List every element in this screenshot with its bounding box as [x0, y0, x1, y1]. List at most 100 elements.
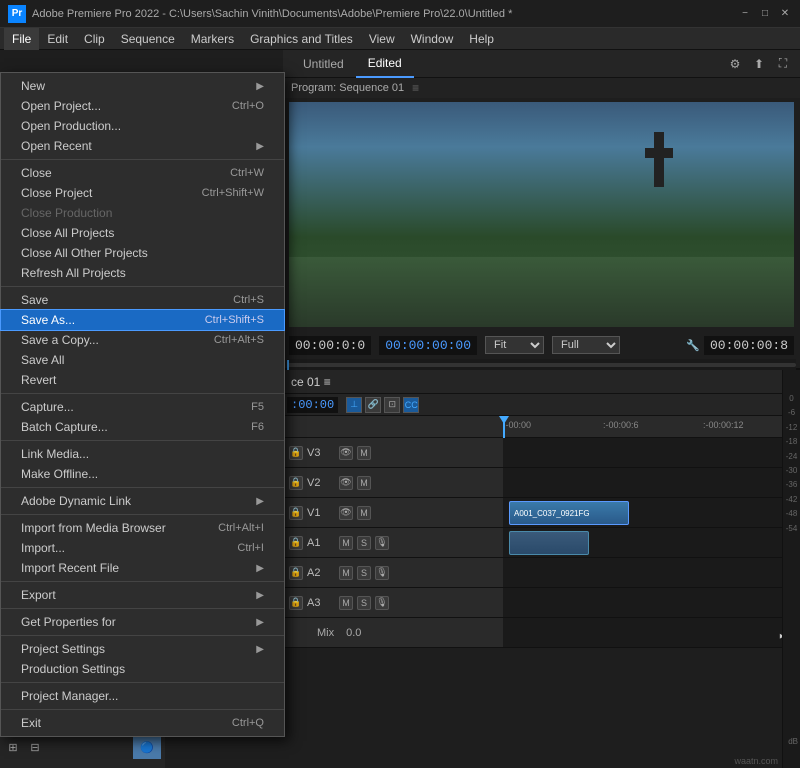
- menu-open-recent[interactable]: Open Recent ▶: [1, 136, 284, 156]
- tab-edited[interactable]: Edited: [356, 50, 414, 78]
- list-view-icon[interactable]: ⊞: [4, 739, 22, 757]
- menu-adobe-dynamic[interactable]: Adobe Dynamic Link ▶: [1, 491, 284, 511]
- menu-import[interactable]: Import... Ctrl+I: [1, 538, 284, 558]
- menu-item-clip[interactable]: Clip: [76, 28, 113, 50]
- menu-item-graphics[interactable]: Graphics and Titles: [242, 28, 361, 50]
- track-mic-a3[interactable]: 🎙: [375, 596, 389, 610]
- menu-close-project[interactable]: Close Project Ctrl+Shift+W: [1, 183, 284, 203]
- maximize-button[interactable]: □: [758, 7, 772, 21]
- menu-close[interactable]: Close Ctrl+W: [1, 163, 284, 183]
- menu-import-media-browser[interactable]: Import from Media Browser Ctrl+Alt+I: [1, 518, 284, 538]
- track-mute-a1[interactable]: M: [339, 536, 353, 550]
- menu-save-all[interactable]: Save All: [1, 350, 284, 370]
- menu-item-help[interactable]: Help: [461, 28, 502, 50]
- menu-get-properties[interactable]: Get Properties for ▶: [1, 612, 284, 632]
- monitor-settings-icon[interactable]: ⚙: [726, 55, 744, 73]
- track-solo-a1[interactable]: S: [357, 536, 371, 550]
- menu-close-production: Close Production: [1, 203, 284, 223]
- track-lock-a3[interactable]: 🔒: [289, 596, 303, 610]
- icon-view-icon[interactable]: ⊟: [26, 739, 44, 757]
- track-content-v1[interactable]: A001_C037_0921FG: [503, 498, 800, 527]
- menu-make-offline[interactable]: Make Offline...: [1, 464, 284, 484]
- menu-item-window[interactable]: Window: [403, 28, 462, 50]
- monitor-timecode-bar: 00:00:0:0 00:00:00:00 Fit 25% 50% 100% F…: [283, 331, 800, 359]
- menu-import-recent[interactable]: Import Recent File ▶: [1, 558, 284, 578]
- fit-selector[interactable]: Fit 25% 50% 100%: [485, 336, 544, 354]
- track-lock-v2[interactable]: 🔒: [289, 476, 303, 490]
- track-lock-v3[interactable]: 🔒: [289, 446, 303, 460]
- arrow-icon: ▶: [256, 563, 264, 574]
- vu-24: -24: [786, 450, 798, 464]
- menu-new[interactable]: New ▶: [1, 76, 284, 96]
- monitor-export-icon[interactable]: ⬆: [750, 55, 768, 73]
- menu-exit[interactable]: Exit Ctrl+Q: [1, 713, 284, 733]
- menu-item-file[interactable]: File: [4, 28, 39, 50]
- menu-project-settings[interactable]: Project Settings ▶: [1, 639, 284, 659]
- menu-production-settings[interactable]: Production Settings: [1, 659, 284, 679]
- cross-horizontal: [645, 148, 673, 158]
- timecode-out[interactable]: 00:00:00:8: [704, 336, 794, 355]
- menu-project-manager[interactable]: Project Manager...: [1, 686, 284, 706]
- arrow-icon: ▶: [256, 141, 264, 152]
- track-mute-a2[interactable]: M: [339, 566, 353, 580]
- linked-select-icon[interactable]: 🔗: [365, 397, 381, 413]
- video-clip-a001[interactable]: A001_C037_0921FG: [509, 501, 629, 525]
- track-eye-v3[interactable]: 👁: [339, 446, 353, 460]
- track-mic-a1[interactable]: 🎙: [375, 536, 389, 550]
- track-lock-a1[interactable]: 🔒: [289, 536, 303, 550]
- quality-selector[interactable]: Full Half Quarter: [552, 336, 620, 354]
- track-eye-v2[interactable]: 👁: [339, 476, 353, 490]
- close-button[interactable]: ✕: [778, 7, 792, 21]
- menu-close-all-projects[interactable]: Close All Projects: [1, 223, 284, 243]
- minimize-button[interactable]: −: [738, 7, 752, 21]
- audio-clip-a1[interactable]: [509, 531, 589, 555]
- menu-refresh-all[interactable]: Refresh All Projects: [1, 263, 284, 283]
- track-solo-a2[interactable]: S: [357, 566, 371, 580]
- wrench-icon[interactable]: 🔧: [686, 339, 700, 352]
- track-lock-v1[interactable]: 🔒: [289, 506, 303, 520]
- track-mute-v3[interactable]: M: [357, 446, 371, 460]
- track-mute-a3[interactable]: M: [339, 596, 353, 610]
- timeline-header: ce 01 ≡: [283, 370, 800, 394]
- menu-open-production[interactable]: Open Production...: [1, 116, 284, 136]
- track-mic-a2[interactable]: 🎙: [375, 566, 389, 580]
- track-eye-v1[interactable]: 👁: [339, 506, 353, 520]
- main-layout: New ▶ Open Project... Ctrl+O Open Produc…: [0, 50, 800, 768]
- menu-open-project[interactable]: Open Project... Ctrl+O: [1, 96, 284, 116]
- menu-capture[interactable]: Capture... F5: [1, 397, 284, 417]
- timeline-timecode[interactable]: :00:00: [287, 397, 338, 413]
- monitor-fullscreen-icon[interactable]: ⛶: [774, 55, 792, 73]
- track-mute-v1[interactable]: M: [357, 506, 371, 520]
- timecode-in[interactable]: 00:00:0:0: [289, 336, 371, 355]
- track-solo-a3[interactable]: S: [357, 596, 371, 610]
- menu-batch-capture[interactable]: Batch Capture... F6: [1, 417, 284, 437]
- menu-save-as[interactable]: Save As... Ctrl+Shift+S: [1, 310, 284, 330]
- timeline-tab-sequence[interactable]: ce 01 ≡: [291, 375, 331, 389]
- menu-item-markers[interactable]: Markers: [183, 28, 242, 50]
- vu-0: 0: [789, 392, 793, 406]
- menu-item-edit[interactable]: Edit: [39, 28, 76, 50]
- menu-save-copy[interactable]: Save a Copy... Ctrl+Alt+S: [1, 330, 284, 350]
- menu-close-all-other[interactable]: Close All Other Projects: [1, 243, 284, 263]
- ripple-icon[interactable]: CC: [403, 397, 419, 413]
- timecode-current[interactable]: 00:00:00:00: [379, 336, 477, 355]
- menu-item-view[interactable]: View: [361, 28, 403, 50]
- menu-revert[interactable]: Revert: [1, 370, 284, 390]
- cross-vertical: [654, 132, 664, 187]
- monitor-menu-icon[interactable]: ≡: [412, 81, 419, 95]
- menu-link-media[interactable]: Link Media...: [1, 444, 284, 464]
- tab-untitled[interactable]: Untitled: [291, 50, 356, 78]
- menu-export[interactable]: Export ▶: [1, 585, 284, 605]
- track-mute-v2[interactable]: M: [357, 476, 371, 490]
- track-lock-a2[interactable]: 🔒: [289, 566, 303, 580]
- separator: [1, 487, 284, 488]
- arrow-icon: ▶: [256, 617, 264, 628]
- track-content-a1[interactable]: [503, 528, 800, 557]
- track-content-v3: [503, 438, 800, 467]
- snap-icon[interactable]: ⊥: [346, 397, 362, 413]
- monitor-title: Program: Sequence 01: [291, 82, 404, 94]
- track-select-icon[interactable]: ⊡: [384, 397, 400, 413]
- menu-save[interactable]: Save Ctrl+S: [1, 290, 284, 310]
- blue-button-icon[interactable]: 🔵: [133, 737, 161, 759]
- menu-item-sequence[interactable]: Sequence: [113, 28, 183, 50]
